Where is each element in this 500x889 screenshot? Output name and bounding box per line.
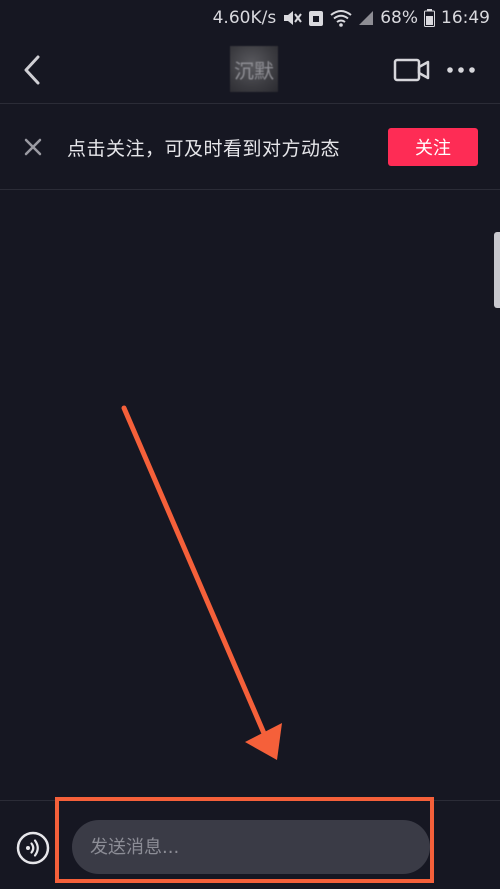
video-camera-icon (393, 58, 430, 82)
back-arrow-icon (24, 55, 40, 85)
follow-button[interactable]: 关注 (388, 128, 478, 166)
signal-icon (358, 10, 374, 26)
follow-prompt-text: 点击关注，可及时看到对方动态 (67, 138, 341, 160)
top-nav: 沉默 (0, 36, 500, 104)
chat-message-area[interactable] (0, 190, 500, 800)
input-bar (0, 800, 500, 889)
follow-banner: 点击关注，可及时看到对方动态 关注 (0, 104, 500, 190)
conversation-title[interactable]: 沉默 (230, 46, 278, 92)
status-bar: 4.60K/s 68% 16:49 (0, 0, 500, 36)
net-speed: 4.60K/s (212, 8, 277, 28)
battery-icon (424, 9, 435, 27)
more-options-button[interactable] (446, 57, 476, 83)
message-input[interactable] (72, 820, 430, 874)
back-button[interactable] (18, 53, 48, 87)
mute-icon (282, 9, 303, 27)
clock: 16:49 (441, 8, 490, 28)
lock-icon (308, 9, 324, 27)
video-call-button[interactable] (393, 56, 431, 84)
wifi-icon (330, 9, 352, 27)
voice-input-button[interactable] (16, 831, 50, 865)
scrollbar[interactable] (494, 232, 500, 308)
voice-icon (16, 831, 50, 865)
close-icon (24, 138, 42, 156)
more-dots-icon (447, 67, 475, 73)
battery-percent: 68% (380, 8, 418, 28)
close-banner-button[interactable] (22, 136, 44, 158)
